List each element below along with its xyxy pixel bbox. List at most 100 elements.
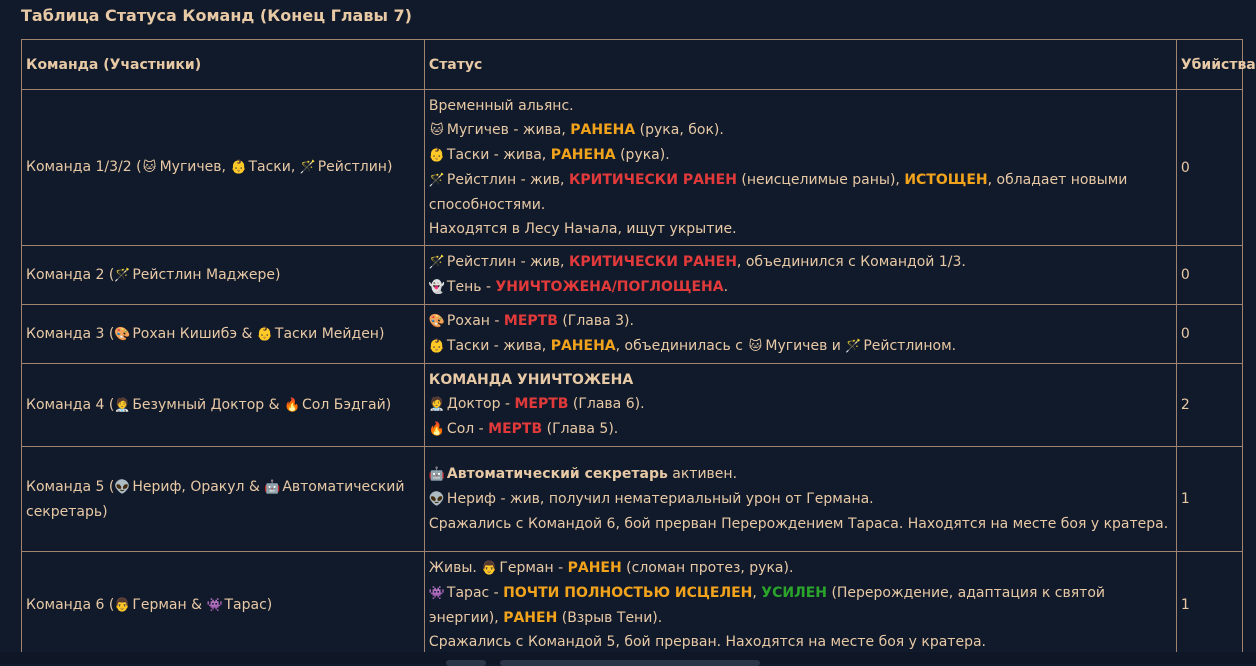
status-badge: УНИЧТОЖЕНА/ПОГЛОЩЕНА <box>495 279 724 295</box>
status-cell: Живы. 👨 Герман - РАНЕН (сломан протез, ру… <box>423 551 1177 659</box>
column-header-kills: Убийства <box>1175 39 1256 90</box>
member-name: Таски Мейден) <box>274 325 385 342</box>
alien-icon: 👽 <box>428 492 446 507</box>
status-line: Сражались с Командой 5, бой прерван. Нах… <box>428 634 986 650</box>
table-row: Команда 2 (🪄 Рейстлин Маджере) 🪄 Рейстлин … <box>21 245 1244 305</box>
magic-wand-icon: 🪄 <box>428 173 446 188</box>
robot-icon: 🤖 <box>428 467 446 482</box>
status-badge: УСИЛЕН <box>761 585 827 601</box>
baby-face-icon: 👶 <box>428 339 446 354</box>
team-name: Команда 4 ( <box>26 396 115 413</box>
team-cell: Команда 5 (👽 Нериф, Оракул & 🤖 Автоматичес… <box>21 446 425 552</box>
status-cell: КОМАНДА УНИЧТОЖЕНА 🧑‍⚕️ Доктор - МЕРТВ (Г… <box>423 363 1177 447</box>
fire-icon: 🔥 <box>428 422 446 437</box>
cat-face-icon: 🐱 <box>430 123 444 138</box>
status-badge: РАНЕНА <box>550 147 616 163</box>
member-name: Тарас) <box>224 596 273 613</box>
doctor-icon: 🧑‍⚕️ <box>428 397 446 412</box>
table-row: Команда 5 (👽 Нериф, Оракул & 🤖 Автоматичес… <box>21 446 1244 552</box>
status-line: 👶 Таски - жива, РАНЕНА (рука). <box>429 143 1172 168</box>
man-face-icon: 👨 <box>114 597 131 613</box>
status-line: 🪄 Рейстлин - жив, КРИТИЧЕСКИ РАНЕН, объед… <box>429 250 1172 275</box>
status-badge: РАНЕН <box>567 560 622 576</box>
table-header-row: Команда (Участники) Статус Убийства <box>21 39 1256 90</box>
ghost-icon: 👻 <box>428 280 446 295</box>
artist-palette-icon: 🎨 <box>428 314 446 329</box>
team-cell: Команда 4 (🧑‍⚕️ Безумный Доктор & 🔥 Сол Бэ… <box>21 363 425 447</box>
kills-cell: 1 <box>1175 551 1244 659</box>
team-status-table: Команда (Участники) Статус Убийства Кома… <box>21 39 1256 659</box>
status-line: 🐱 Мугичев - жива, РАНЕНА (рука, бок). <box>429 118 1172 143</box>
toolbar-button[interactable] <box>500 660 760 666</box>
kills-cell: 0 <box>1175 304 1244 364</box>
member-name: Мугичев, <box>159 159 226 175</box>
magic-wand-icon: 🪄 <box>299 160 316 175</box>
team-cell: Команда 3 (🎨 Рохан Кишибэ & 👶 Таски Мейден… <box>21 304 425 364</box>
member-name: Нериф, Оракул & <box>132 478 260 495</box>
alien-icon: 👽 <box>114 479 131 495</box>
cat-face-icon: 🐱 <box>748 339 763 354</box>
kills-cell: 2 <box>1175 363 1244 447</box>
status-line: Временный альянс. <box>428 98 574 114</box>
status-cell: 🤖 Автоматический секретарь активен. 👽 Нери… <box>423 446 1177 552</box>
status-line: 👽 Нериф - жив, получил нематериальный уро… <box>429 487 1172 512</box>
artist-palette-icon: 🎨 <box>114 326 131 342</box>
man-face-icon: 👨 <box>481 561 498 576</box>
status-line: 🤖 Автоматический секретарь активен. <box>429 462 1172 487</box>
table-row: Команда 1/3/2 (🐱 Мугичев, 👶 Таски, 🪄 Рейстл… <box>21 89 1244 246</box>
magic-wand-icon: 🪄 <box>428 255 446 270</box>
member-name: Рейстлин Маджере) <box>132 266 281 283</box>
space-invader-icon: 👾 <box>206 597 223 613</box>
column-header-team: Команда (Участники) <box>21 39 425 90</box>
member-name: Таски, <box>248 159 296 175</box>
team-cell: Команда 1/3/2 (🐱 Мугичев, 👶 Таски, 🪄 Рейстл… <box>21 89 425 246</box>
fire-icon: 🔥 <box>283 397 301 413</box>
status-line: 🧑‍⚕️ Доктор - МЕРТВ (Глава 6). <box>429 392 1172 417</box>
team-cell: Команда 6 (👨 Герман & 👾 Тарас) <box>21 551 425 659</box>
status-badge: КРИТИЧЕСКИ РАНЕН <box>568 172 737 188</box>
status-line: Живы. 👨 Герман - РАНЕН (сломан протез, ру… <box>429 556 1172 581</box>
table-row: Команда 6 (👨 Герман & 👾 Тарас) Живы. 👨 Герм… <box>21 551 1244 659</box>
baby-face-icon: 👶 <box>428 148 446 163</box>
status-line: 🔥 Сол - МЕРТВ (Глава 5). <box>429 417 1172 442</box>
page-title: Таблица Статуса Команд (Конец Главы 7) <box>21 6 412 25</box>
status-cell: 🎨 Рохан - МЕРТВ (Глава 3). 👶 Таски - жива,… <box>423 304 1177 364</box>
status-line: КОМАНДА УНИЧТОЖЕНА <box>428 372 634 388</box>
status-line: Сражались с Командой 6, бой прерван Пере… <box>428 516 1169 532</box>
member-name: Рейстлин) <box>317 159 393 175</box>
status-badge: МЕРТВ <box>488 421 543 437</box>
column-header-status: Статус <box>423 39 1177 90</box>
status-cell: Временный альянс. 🐱 Мугичев - жива, РАНЕН… <box>423 89 1177 246</box>
table-row: Команда 4 (🧑‍⚕️ Безумный Доктор & 🔥 Сол Бэ… <box>21 363 1244 447</box>
status-line: 👶 Таски - жива, РАНЕНА, объединилась с 🐱 М… <box>429 334 1172 359</box>
status-badge: МЕРТВ <box>503 313 558 329</box>
status-badge: КРИТИЧЕСКИ РАНЕН <box>568 254 737 270</box>
cat-face-icon: 🐱 <box>142 160 157 175</box>
team-cell: Команда 2 (🪄 Рейстлин Маджере) <box>21 245 425 305</box>
status-line: Находятся в Лесу Начала, ищут укрытие. <box>428 221 737 237</box>
status-line: 👾 Тарас - ПОЧТИ ПОЛНОСТЬЮ ИСЦЕЛЕН, УСИЛЕН… <box>429 581 1172 630</box>
member-name: Рохан Кишибэ & <box>132 325 253 342</box>
magic-wand-icon: 🪄 <box>114 267 131 283</box>
team-name: Команда 5 ( <box>26 478 115 495</box>
status-cell: 🪄 Рейстлин - жив, КРИТИЧЕСКИ РАНЕН, объед… <box>423 245 1177 305</box>
space-invader-icon: 👾 <box>428 586 446 601</box>
team-name: Команда 1/3/2 ( <box>26 159 142 175</box>
magic-wand-icon: 🪄 <box>845 339 862 354</box>
status-badge: РАНЕН <box>503 610 558 626</box>
status-badge: РАНЕНА <box>570 122 636 138</box>
status-line: 🪄 Рейстлин - жив, КРИТИЧЕСКИ РАНЕН (неисц… <box>429 168 1172 217</box>
member-name: Безумный Доктор & <box>132 396 280 413</box>
kills-cell: 0 <box>1175 245 1244 305</box>
toolbar-button[interactable] <box>446 660 486 666</box>
member-name: Сол Бэдгай) <box>301 396 392 413</box>
team-name: Команда 3 ( <box>26 325 115 342</box>
status-badge: РАНЕНА <box>550 338 616 354</box>
baby-face-icon: 👶 <box>256 326 274 342</box>
kills-cell: 1 <box>1175 446 1244 552</box>
status-line: 🎨 Рохан - МЕРТВ (Глава 3). <box>429 309 1172 334</box>
team-name: Команда 6 ( <box>26 596 115 613</box>
table-row: Команда 3 (🎨 Рохан Кишибэ & 👶 Таски Мейден… <box>21 304 1244 364</box>
robot-icon: 🤖 <box>264 479 281 495</box>
baby-face-icon: 👶 <box>230 160 247 175</box>
